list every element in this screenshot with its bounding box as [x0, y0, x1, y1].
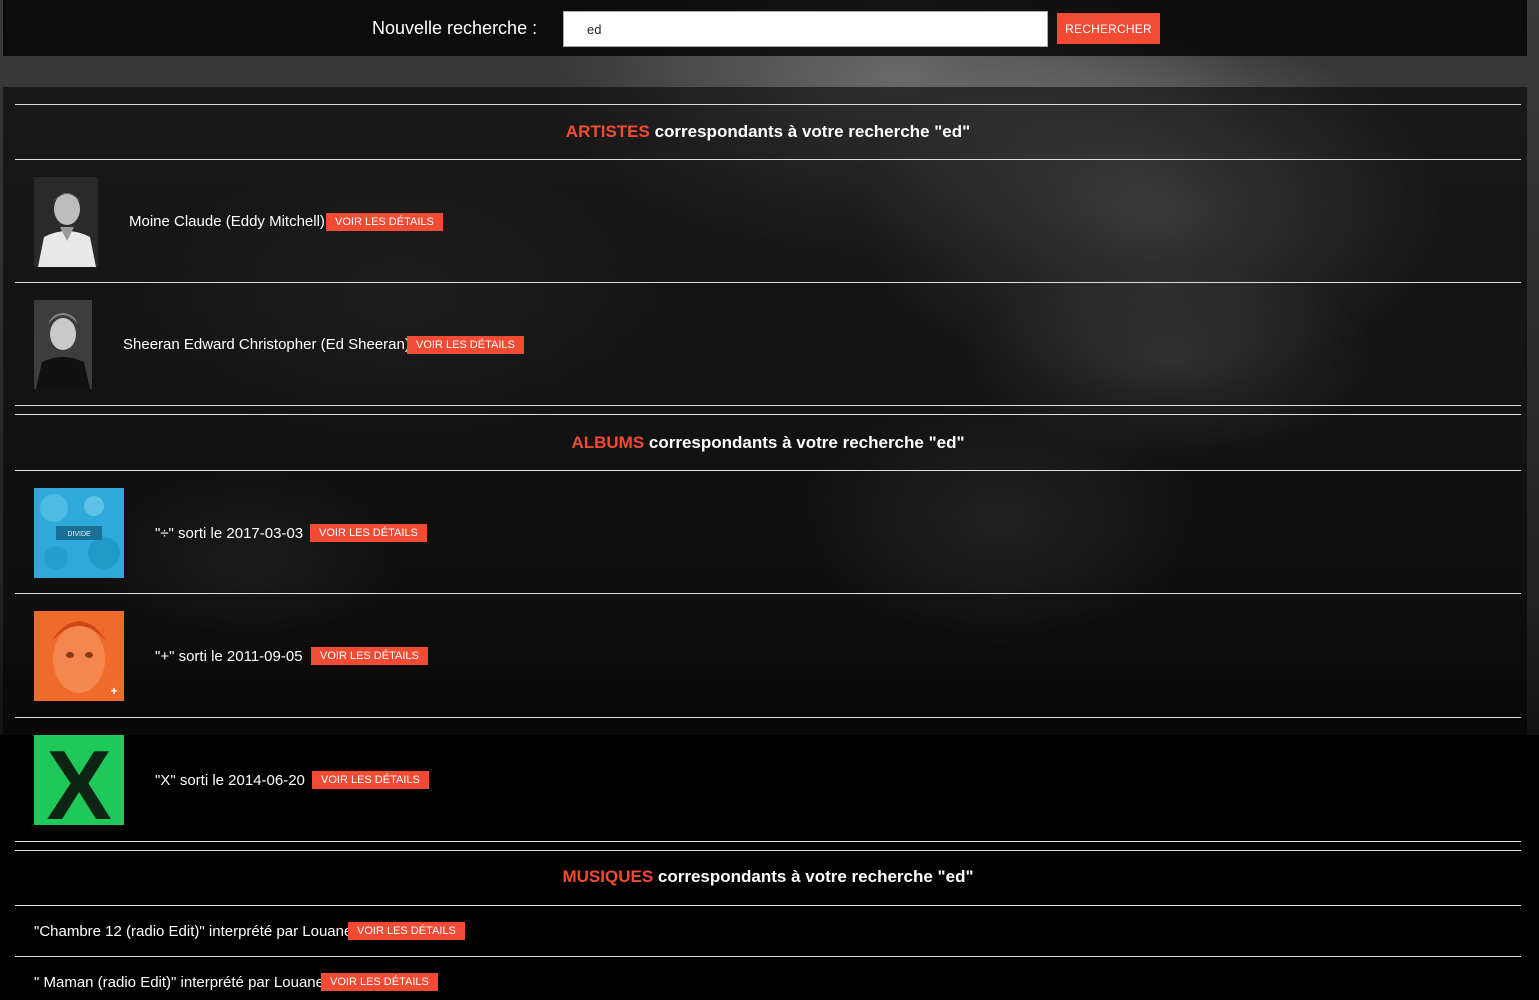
divider — [15, 905, 1521, 906]
artist-photo-eddy-mitchell[interactable] — [34, 177, 98, 267]
divider — [15, 414, 1521, 415]
divider — [15, 104, 1521, 105]
album-cover-label: + — [110, 684, 117, 698]
song-details-button[interactable]: VOIR LES DÉTAILS — [348, 922, 465, 940]
album-title: "÷" sorti le 2017-03-03 — [155, 525, 304, 542]
search-bar: Nouvelle recherche : RECHERCHER — [3, 0, 1527, 56]
album-details-button[interactable]: VOIR LES DÉTAILS — [311, 647, 428, 665]
search-input[interactable] — [563, 11, 1048, 47]
artist-photo-ed-sheeran[interactable] — [34, 300, 92, 389]
divider — [15, 282, 1521, 283]
song-title: " Maman (radio Edit)" interprété par Lou… — [34, 974, 324, 991]
album-cover-plus[interactable]: + — [34, 611, 124, 701]
search-button[interactable]: RECHERCHER — [1057, 13, 1160, 44]
results-panel: ARTISTES correspondants à votre recherch… — [3, 87, 1527, 1000]
songs-keyword: MUSIQUES — [562, 867, 654, 886]
album-cover-label: X — [46, 735, 111, 825]
album-cover-label: DIVIDE — [67, 531, 91, 538]
albums-section-title: ALBUMS correspondants à votre recherche … — [15, 433, 1521, 453]
divider — [15, 593, 1521, 594]
songs-title-rest: correspondants à votre recherche "ed" — [653, 867, 974, 886]
album-details-button[interactable]: VOIR LES DÉTAILS — [310, 524, 427, 542]
album-title: "X" sorti le 2014-06-20 — [155, 772, 305, 789]
divider — [15, 956, 1521, 957]
divider — [15, 717, 1521, 718]
artists-section-title: ARTISTES correspondants à votre recherch… — [15, 122, 1521, 142]
divider — [15, 159, 1521, 160]
albums-keyword: ALBUMS — [571, 433, 645, 452]
artist-name: Moine Claude (Eddy Mitchell) — [129, 213, 325, 230]
divider — [15, 850, 1521, 851]
divider — [15, 405, 1521, 406]
artist-name: Sheeran Edward Christopher (Ed Sheeran) — [123, 336, 410, 353]
divider — [15, 841, 1521, 842]
song-title: "Chambre 12 (radio Edit)" interprété par… — [34, 923, 353, 940]
album-title: "+" sorti le 2011-09-05 — [155, 648, 303, 665]
search-label: Nouvelle recherche : — [372, 18, 538, 38]
album-cover-x[interactable]: X — [34, 735, 124, 825]
artist-details-button[interactable]: VOIR LES DÉTAILS — [407, 336, 524, 354]
albums-title-rest: correspondants à votre recherche "ed" — [644, 433, 965, 452]
divider — [15, 470, 1521, 471]
album-details-button[interactable]: VOIR LES DÉTAILS — [312, 771, 429, 789]
artists-keyword: ARTISTES — [565, 122, 650, 141]
songs-section-title: MUSIQUES correspondants à votre recherch… — [15, 867, 1521, 887]
artist-details-button[interactable]: VOIR LES DÉTAILS — [326, 213, 443, 231]
album-cover-divide[interactable]: DIVIDE — [34, 488, 124, 578]
song-details-button[interactable]: VOIR LES DÉTAILS — [321, 973, 438, 991]
artists-title-rest: correspondants à votre recherche "ed" — [649, 122, 971, 141]
